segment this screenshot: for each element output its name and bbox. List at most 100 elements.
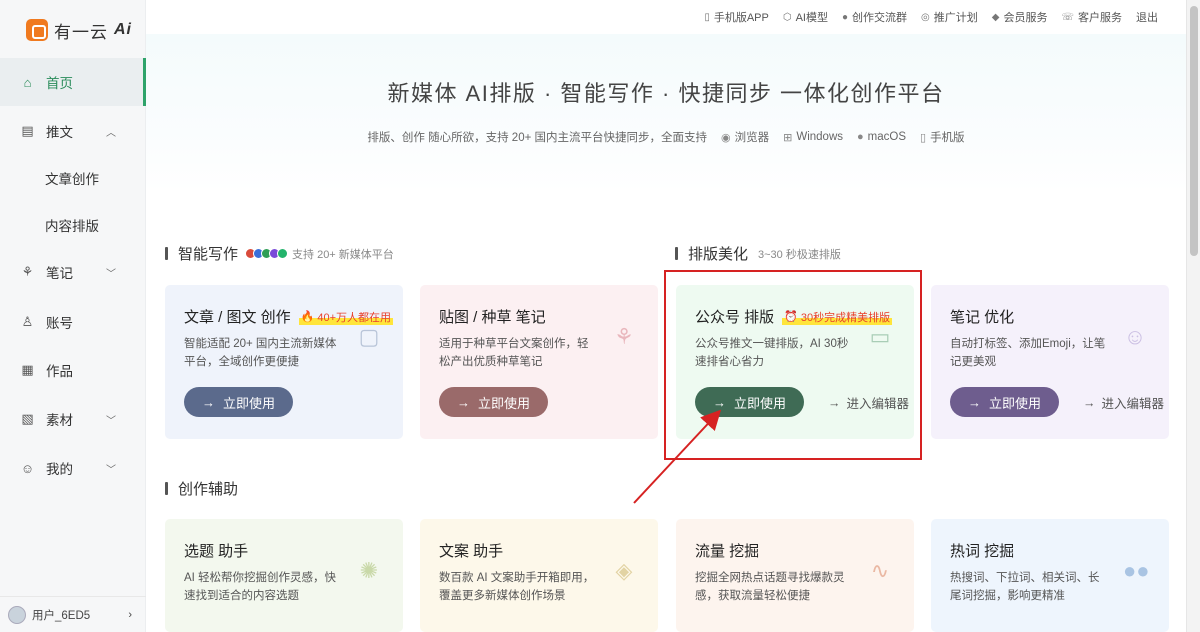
card-note-optimize[interactable]: 笔记 优化 自动打标签、添加Emoji，让笔记更美观 ☺ → 立即使用 → 进入编辑… xyxy=(931,285,1169,439)
community-link[interactable]: ● 创作交流群 xyxy=(842,9,907,25)
section-title: 智能写作 xyxy=(178,246,239,263)
article-icon: ▤ xyxy=(21,123,34,138)
pulse-icon: ∿ xyxy=(870,558,890,583)
diamond-icon: ◆ xyxy=(991,11,1000,23)
use-now-button[interactable]: → 立即使用 xyxy=(950,387,1060,417)
card-title-text: 贴图 / 种草 笔记 xyxy=(439,309,546,326)
home-icon: ⌂ xyxy=(23,74,32,90)
cube-icon: ⬡ xyxy=(782,11,792,23)
card-title: 文案 助手 xyxy=(439,543,504,560)
card-description: 适用于种草平台文案创作，轻松产出优质种草笔记 xyxy=(439,338,589,368)
card-hotword-mining[interactable]: 热词 挖掘 热搜词、下拉词、相关词、长尾词挖掘，影响更精准 ●● xyxy=(931,519,1169,632)
headset-icon: ☏ xyxy=(1061,11,1074,23)
link-label: 进入编辑器 xyxy=(846,397,910,411)
card-description: 热搜词、下拉词、相关词、长尾词挖掘，影响更精准 xyxy=(950,572,1100,602)
brand-logo[interactable]: 有一云 Ai xyxy=(26,16,132,44)
sidebar-item-works[interactable]: ▦ 作品 xyxy=(0,346,146,394)
sidebar-item-label: 我的 xyxy=(46,462,73,477)
users-icon: ♙ xyxy=(21,314,34,329)
use-now-button[interactable]: → 立即使用 xyxy=(184,387,294,417)
card-description: 自动打标签、添加Emoji，让笔记更美观 xyxy=(950,338,1106,368)
platform-mobile: ▯ 手机版 xyxy=(920,129,965,145)
section-bar xyxy=(675,247,678,260)
image-icon: ▧ xyxy=(21,411,34,426)
card-copy-assistant[interactable]: 文案 助手 数百款 AI 文案助手开箱即用，覆盖更多新媒体创作场景 ◈ xyxy=(420,519,658,632)
target-icon: ◎ xyxy=(921,11,930,23)
tag-text: 30秒完成精美排版 xyxy=(800,311,891,324)
tag-text: 40+万人都在用 xyxy=(317,311,392,324)
link-label: 客户服务 xyxy=(1078,12,1122,24)
sidebar-item-label: 内容排版 xyxy=(45,219,99,234)
sidebar-item-tweets[interactable]: ▤ 推文 ︿ xyxy=(0,107,146,155)
chevron-down-icon: ﹀ xyxy=(106,464,116,476)
layout-icon: ▭ xyxy=(869,324,891,349)
platform-windows: ⊞ Windows xyxy=(783,131,843,144)
sidebar-item-label: 笔记 xyxy=(46,266,73,281)
button-label: 立即使用 xyxy=(989,395,1042,411)
card-wechat-layout[interactable]: 公众号 排版 ⏰ 30秒完成精美排版 公众号推文一键排版，AI 30秒速排省心省力… xyxy=(676,285,914,439)
enter-editor-link[interactable]: → 进入编辑器 xyxy=(1083,393,1164,412)
speed-tag: ⏰ 30秒完成精美排版 xyxy=(782,308,893,325)
sidebar-item-notes[interactable]: ⚘ 笔记 ﹀ xyxy=(0,248,146,296)
sidebar-item-materials[interactable]: ▧ 素材 ﹀ xyxy=(0,395,146,443)
layers-icon: ◈ xyxy=(615,558,633,583)
mobile-app-link[interactable]: ▯ 手机版APP xyxy=(704,9,769,25)
sidebar-item-label: 素材 xyxy=(46,413,73,428)
sidebar-item-label: 首页 xyxy=(46,76,73,91)
button-label: 立即使用 xyxy=(478,395,531,411)
arrow-right-icon: → xyxy=(457,394,470,410)
section-hint: 支持 20+ 新媒体平台 xyxy=(292,248,394,261)
link-label: 会员服务 xyxy=(1003,12,1048,24)
card-description: AI 轻松帮你挖掘创作灵感，快速找到适合的内容选题 xyxy=(184,572,337,602)
note-icon: ▢ xyxy=(358,324,380,349)
section-bar xyxy=(165,247,168,260)
sidebar-item-home[interactable]: ⌂ 首页 xyxy=(0,58,146,106)
card-title: 流量 挖掘 xyxy=(695,543,760,560)
chevron-right-icon: › xyxy=(128,608,132,621)
arrow-right-icon: → xyxy=(968,394,981,410)
popularity-tag: 🔥 40+万人都在用 xyxy=(298,308,394,325)
sidebar-item-accounts[interactable]: ♙ 账号 xyxy=(0,298,146,346)
fire-icon: 🔥 xyxy=(300,311,315,323)
card-description: 数百款 AI 文案助手开箱即用，覆盖更多新媒体创作场景 xyxy=(439,572,595,602)
platform-badges-icon xyxy=(245,248,289,259)
card-title: 贴图 / 种草 笔记 xyxy=(439,306,546,327)
use-now-button[interactable]: → 立即使用 xyxy=(439,387,549,417)
sidebar-item-content-layout[interactable]: 内容排版 xyxy=(0,201,146,249)
sidebar-item-article-creation[interactable]: 文章创作 xyxy=(0,154,146,202)
card-note-creation[interactable]: 贴图 / 种草 笔记 适用于种草平台文案创作，轻松产出优质种草笔记 ⚘ → 立即使… xyxy=(420,285,658,439)
section-hint: 3~30 秒极速排版 xyxy=(758,248,841,261)
sprout-icon: ⚘ xyxy=(21,264,34,279)
platform-label: 手机版 xyxy=(930,132,965,144)
logout-link[interactable]: 退出 xyxy=(1136,9,1158,25)
sidebar-item-label: 作品 xyxy=(46,364,73,379)
membership-link[interactable]: ◆ 会员服务 xyxy=(992,9,1048,25)
user-menu[interactable]: 用户_6ED5 › xyxy=(0,596,146,632)
sidebar-item-label: 推文 xyxy=(46,125,73,140)
support-link[interactable]: ☏ 客户服务 xyxy=(1061,9,1122,25)
card-description: 智能适配 20+ 国内主流新媒体平台，全域创作更便捷 xyxy=(184,338,337,368)
chat-icon: ● xyxy=(842,11,849,23)
use-now-button[interactable]: → 立即使用 xyxy=(695,387,805,417)
brand-ai: Ai xyxy=(114,21,132,38)
card-description: 公众号推文一键排版，AI 30秒速排省心省力 xyxy=(695,338,849,368)
link-label: AI模型 xyxy=(795,12,828,24)
page-scrollbar[interactable] xyxy=(1186,0,1200,632)
link-label: 手机版APP xyxy=(713,12,769,24)
chevron-down-icon: ﹀ xyxy=(106,415,116,427)
card-article-creation[interactable]: 文章 / 图文 创作 🔥 40+万人都在用 智能适配 20+ 国内主流新媒体平台，… xyxy=(165,285,403,439)
enter-editor-link[interactable]: → 进入编辑器 xyxy=(828,393,909,412)
promotion-link[interactable]: ◎ 推广计划 xyxy=(921,9,978,25)
card-traffic-mining[interactable]: 流量 挖掘 挖掘全网热点话题寻找爆款灵感，获取流量轻松便捷 ∿ xyxy=(676,519,914,632)
card-title-text: 文章 / 图文 创作 xyxy=(184,309,291,326)
sidebar-item-mine[interactable]: ☺ 我的 ﹀ xyxy=(0,444,146,492)
arrow-right-icon: → xyxy=(713,394,726,410)
brand-name: 有一云 xyxy=(54,22,108,42)
browser-icon: ◉ xyxy=(721,131,731,144)
scrollbar-thumb[interactable] xyxy=(1190,6,1198,256)
arrow-right-icon: → xyxy=(1083,395,1096,410)
platform-label: 浏览器 xyxy=(734,132,770,144)
ai-model-link[interactable]: ⬡ AI模型 xyxy=(783,9,828,25)
link-label: 退出 xyxy=(1136,12,1158,24)
card-topic-assistant[interactable]: 选题 助手 AI 轻松帮你挖掘创作灵感，快速找到适合的内容选题 ✺ xyxy=(165,519,403,632)
